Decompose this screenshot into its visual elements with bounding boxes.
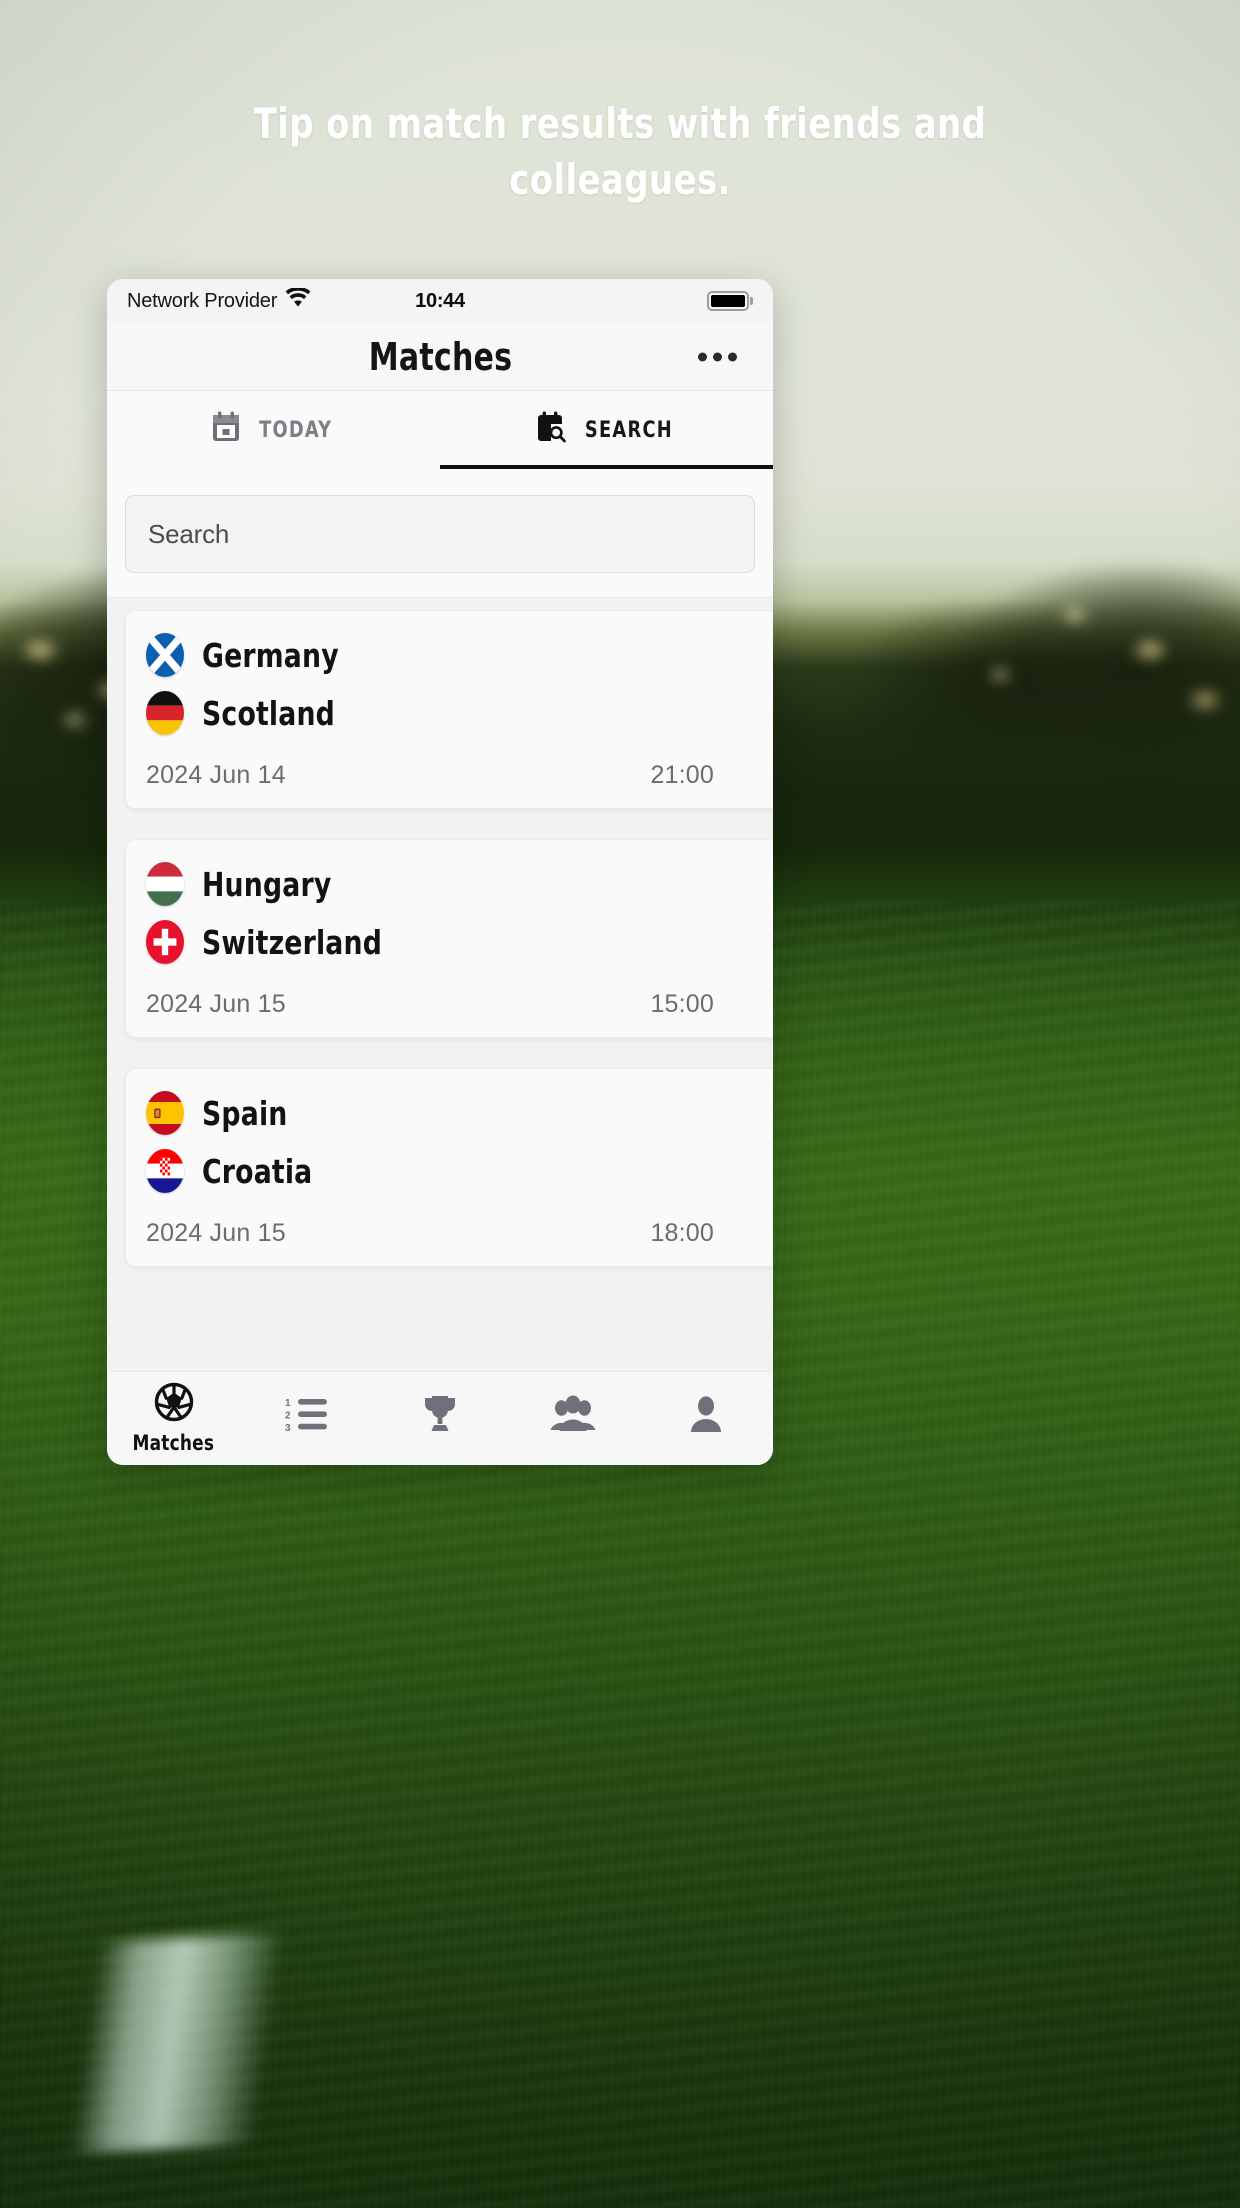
- home-team-name: Spain: [202, 1093, 288, 1133]
- home-team-name: Germany: [202, 635, 339, 675]
- search-placeholder: Search: [148, 518, 230, 549]
- group-people-icon: [550, 1395, 596, 1438]
- match-date: 2024 Jun 14: [146, 761, 286, 789]
- tab-bar: TODAY SEARCH: [107, 391, 773, 469]
- match-card[interactable]: Hungary Switzerland 2024 Jun 15 15:00: [125, 839, 773, 1038]
- nav-item-matches-label: Matches: [132, 1431, 215, 1455]
- phone-mockup: Network Provider 10:44 Matches TODAY SEA…: [107, 279, 773, 1465]
- person-icon: [688, 1395, 724, 1438]
- croatia-flag-icon: [146, 1149, 184, 1193]
- home-team-row: Spain: [146, 1091, 770, 1135]
- more-horizontal-icon[interactable]: [690, 344, 745, 369]
- match-list: Germany Scotland 2024 Jun 14 21:00 Hunga…: [107, 598, 773, 1267]
- away-team-name: Croatia: [202, 1151, 313, 1191]
- scotland-flag-icon: [146, 633, 184, 677]
- promo-headline: Tip on match results with friends and co…: [253, 99, 987, 204]
- search-input[interactable]: Search: [125, 495, 755, 573]
- tab-today-label: TODAY: [258, 417, 333, 443]
- carrier-group: Network Provider: [127, 286, 311, 314]
- match-meta: 2024 Jun 15 15:00: [146, 990, 770, 1019]
- away-team-row: Scotland: [146, 691, 770, 735]
- nav-item-profile[interactable]: [640, 1395, 773, 1442]
- tab-today[interactable]: TODAY: [107, 391, 440, 469]
- match-card[interactable]: Germany Scotland 2024 Jun 14 21:00: [125, 610, 773, 809]
- overflow-dot-2: [713, 352, 722, 361]
- nav-item-tournaments[interactable]: [373, 1394, 506, 1443]
- svg-text:2: 2: [285, 1411, 291, 1422]
- nav-item-groups[interactable]: [507, 1395, 640, 1442]
- battery-cap: [750, 297, 753, 305]
- away-team-row: Croatia: [146, 1149, 770, 1193]
- bottom-nav-bar: Matches 1 2 3: [107, 1371, 773, 1465]
- nav-item-standings[interactable]: 1 2 3: [240, 1396, 373, 1441]
- away-team-row: Switzerland: [146, 920, 770, 964]
- status-bar: Network Provider 10:44: [107, 279, 773, 323]
- away-team-name: Switzerland: [202, 922, 383, 962]
- app-bar: Matches: [107, 323, 773, 391]
- home-team-name: Hungary: [202, 864, 332, 904]
- svg-text:3: 3: [285, 1423, 291, 1432]
- match-meta: 2024 Jun 14 21:00: [146, 761, 770, 790]
- battery-full-icon: [707, 291, 753, 311]
- wifi-icon: [285, 286, 311, 314]
- tab-search[interactable]: SEARCH: [440, 391, 773, 469]
- battery-fill: [711, 295, 745, 307]
- ranking-list-icon: 1 2 3: [285, 1396, 329, 1437]
- overflow-dot-3: [728, 352, 737, 361]
- home-team-row: Hungary: [146, 862, 770, 906]
- nav-item-matches[interactable]: Matches: [107, 1382, 240, 1455]
- calendar-search-icon: [536, 411, 566, 449]
- match-time: 18:00: [650, 1219, 714, 1247]
- tab-search-label: SEARCH: [584, 417, 673, 443]
- svg-text:1: 1: [285, 1398, 291, 1409]
- hungary-flag-icon: [146, 862, 184, 906]
- carrier-label: Network Provider: [127, 289, 278, 312]
- trophy-icon: [419, 1394, 461, 1439]
- battery-shell: [707, 291, 749, 311]
- match-date: 2024 Jun 15: [146, 1219, 286, 1247]
- match-time: 21:00: [650, 761, 714, 789]
- match-meta: 2024 Jun 15 18:00: [146, 1219, 770, 1248]
- calendar-icon: [211, 411, 241, 449]
- germany-flag-icon: [146, 691, 184, 735]
- switzerland-flag-icon: [146, 920, 184, 964]
- spain-flag-icon: [146, 1091, 184, 1135]
- home-team-row: Germany: [146, 633, 770, 677]
- away-team-name: Scotland: [202, 693, 335, 733]
- soccer-ball-icon: [154, 1382, 194, 1427]
- match-time: 15:00: [650, 990, 714, 1018]
- overflow-dot-1: [698, 352, 707, 361]
- match-card[interactable]: Spain Croatia 2024 Jun 15 18:00: [125, 1068, 773, 1267]
- screen-body: Search Germany Scotland 2024 Jun 14 21:0…: [107, 469, 773, 1371]
- page-title: Matches: [368, 334, 512, 379]
- search-zone: Search: [107, 469, 773, 598]
- match-date: 2024 Jun 15: [146, 990, 286, 1018]
